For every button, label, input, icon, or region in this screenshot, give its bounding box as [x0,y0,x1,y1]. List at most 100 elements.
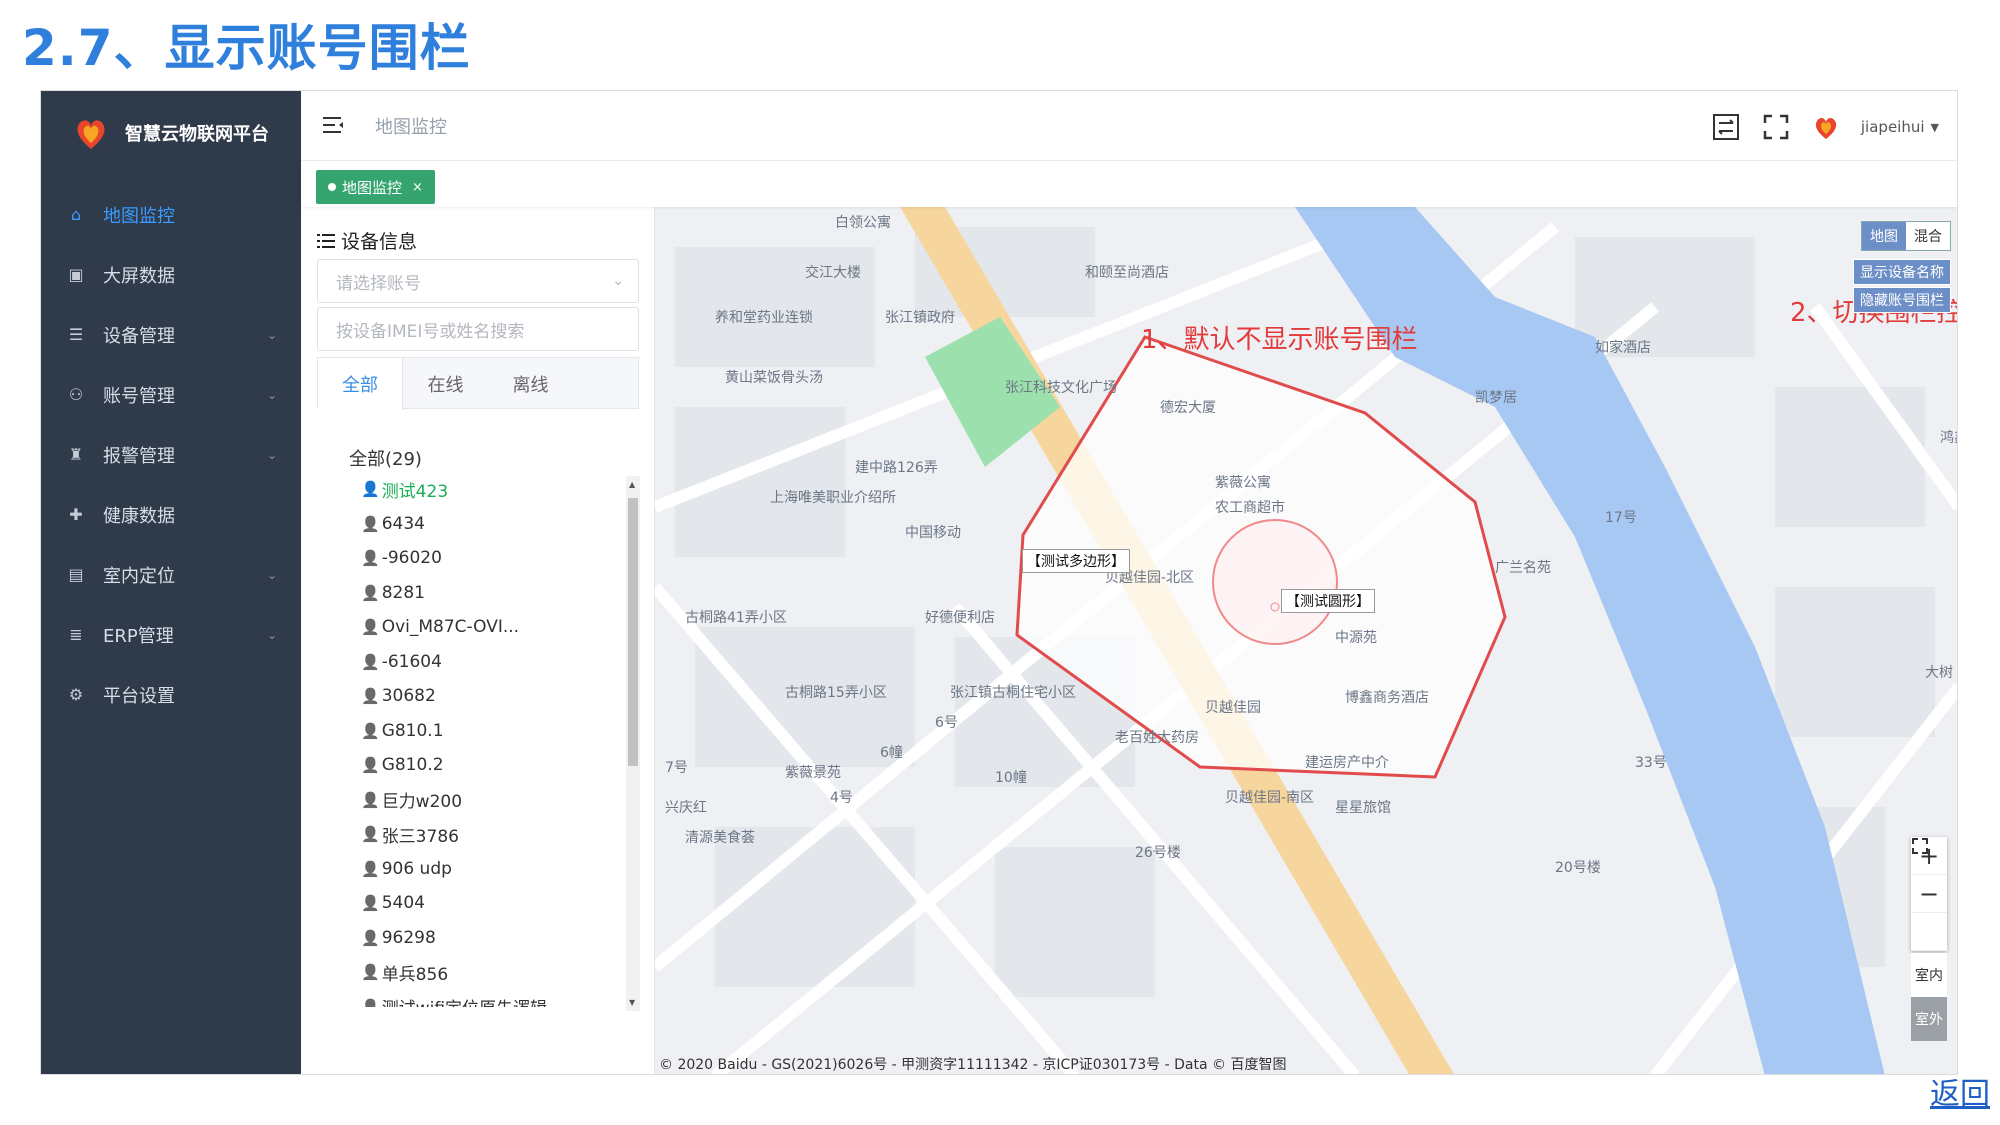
device-name: 96298 [381,927,436,948]
map-poi-label: 清源美食荟 [685,830,755,846]
tag-map-monitor[interactable]: 地图监控 × [316,170,435,204]
zoom-out-button[interactable]: − [1911,875,1947,913]
indoor-button[interactable]: 室内 [1911,953,1947,997]
fullscreen-icon[interactable] [1761,112,1791,142]
map-poi-label: 10幢 [995,770,1027,786]
sidebar-item-label: 账号管理 [103,385,175,407]
tag-close-icon[interactable]: × [412,180,423,195]
map-view[interactable]: 白领公寓 交江大楼 和颐至尚酒店 养和堂药业连锁 张江镇政府 黄山菜饭骨头汤 张江科技文化广… [655,207,1957,1074]
user-name[interactable]: jiapeihui [1861,118,1925,136]
sidebar-item-label: 设备管理 [103,325,175,347]
chevron-down-icon: ⌄ [612,273,624,289]
show-device-name-button[interactable]: 显示设备名称 [1853,259,1951,285]
map-type-map[interactable]: 地图 [1862,222,1906,250]
device-tree-item[interactable]: 👤 Ovi_M87C-OVI... [361,610,611,645]
person-icon: 👤 [361,652,380,671]
tab-offline[interactable]: 离线 [488,358,573,410]
app-name: 智慧云物联网平台 [125,124,269,145]
app-logo[interactable]: 智慧云物联网平台 [71,103,269,163]
image-icon: ▣ [68,265,84,284]
person-icon: 👤 [361,549,380,568]
fullscreen-map-button[interactable] [1911,838,1947,951]
map-poi-label: 农工商超市 [1215,500,1285,516]
device-tree-item[interactable]: 👤 8281 [361,576,611,611]
switch-layout-icon[interactable] [1711,112,1741,142]
map-poi-label: 紫薇公寓 [1215,475,1271,491]
device-name: -96020 [381,548,442,569]
outdoor-button[interactable]: 室外 [1911,997,1947,1041]
user-avatar[interactable] [1811,112,1841,142]
map-poi-label: 建中路126弄 [855,460,938,476]
map-type-switch: 地图 混合 [1861,221,1951,251]
device-tree-item[interactable]: 👤 测试423 [361,472,611,507]
device-tree-item[interactable]: 👤 单兵856 [361,955,611,990]
device-tree-item[interactable]: 👤 张三3786 [361,817,611,852]
map-poi-label: 交江大楼 [805,265,861,281]
tags-bar: 地图监控 × [301,161,1957,207]
tab-online[interactable]: 在线 [403,358,488,410]
person-icon: 👤 [361,514,380,533]
map-poi-label: 如家酒店 [1595,340,1651,356]
back-link[interactable]: 返回 [1930,1069,1990,1113]
device-tree-item[interactable]: 👤 -96020 [361,541,611,576]
device-name: 巨力w200 [381,792,463,813]
device-name: 测试wifi定位原先逻辑 [382,994,547,1007]
person-icon: 👤 [361,756,380,775]
sidebar: 智慧云物联网平台 ⌂ 地图监控 ▣ 大屏数据 ☰ 设备管理 ⌄ ⚇ 账号管理 ⌄ ♜ 报警管理 ⌄ ✚ 健康… [41,91,301,1074]
fence-polygon-label: 【测试多边形】 [1022,549,1130,573]
hamburger-icon[interactable] [321,113,345,137]
scroll-down-icon[interactable]: ▼ [629,998,635,1007]
device-tree-item[interactable]: 👤 5404 [361,886,611,921]
tree-scrollbar[interactable]: ▲ ▼ [626,476,640,1011]
breadcrumb[interactable]: 地图监控 [375,113,447,139]
map-poi-label: 养和堂药业连锁 [715,310,813,326]
device-tree-item[interactable]: 👤 G810.2 [361,748,611,783]
tree-root[interactable]: 全部(29) [349,445,422,471]
sidebar-item-label: ERP管理 [103,625,174,647]
panel-title-text: 设备信息 [341,231,418,253]
map-poi-label: 白领公寓 [835,215,891,231]
device-search-input[interactable]: 按设备IMEI号或姓名搜索 [317,307,639,351]
map-poi-label: 6幢 [880,745,903,761]
scroll-thumb[interactable] [628,498,638,766]
list-icon: ≣ [69,625,83,644]
person-icon: 👤 [361,721,380,740]
indoor-map-icon: ▤ [68,565,84,584]
device-tree-item[interactable]: 👤 6434 [361,507,611,542]
map-poi-label: 中源苑 [1335,630,1377,646]
person-icon: 👤 [361,687,380,706]
account-select[interactable]: 请选择账号 ⌄ [317,259,639,303]
sidebar-item-8[interactable]: ⚙ 平台设置 [41,656,301,733]
hide-fence-button[interactable]: 隐藏账号围栏 [1853,287,1951,313]
device-name: 906 udp [381,858,452,879]
map-poi-label: 20号楼 [1555,860,1601,876]
map-poi-label: 老百姓大药房 [1115,730,1199,746]
map-type-hybrid[interactable]: 混合 [1906,222,1950,250]
person-icon: 👤 [361,894,380,913]
map-poi-label: 紫薇景苑 [785,765,841,781]
person-icon: 👤 [361,618,380,637]
annotation-default-hidden: 1、默认不显示账号围栏 [1141,325,1418,355]
user-dropdown-icon[interactable]: ▼ [1931,121,1939,134]
device-tree-item[interactable]: 👤测试wifi定位原先逻辑 [361,990,611,1007]
map-poi-label: 和颐至尚酒店 [1085,265,1169,281]
device-tree-item[interactable]: 👤 906 udp [361,852,611,887]
panel-title: 设备信息 [317,227,417,254]
map-poi-label: 古桐路15弄小区 [785,685,887,701]
device-name: 6434 [381,513,425,534]
map-poi-label: 德宏大厦 [1160,400,1216,416]
chevron-down-icon: ⌄ [266,627,277,642]
device-tree-item[interactable]: 👤 巨力w200 [361,783,611,818]
medkit-icon: ✚ [69,505,83,524]
map-poi-label: 好德便利店 [925,610,995,626]
chevron-down-icon: ⌄ [266,327,277,342]
device-tree-item[interactable]: 👤 96298 [361,921,611,956]
device-name: 8281 [381,582,425,603]
scroll-up-icon[interactable]: ▲ [629,480,635,489]
chevron-down-icon: ⌄ [266,387,277,402]
device-tree-item[interactable]: 👤 -61604 [361,645,611,680]
device-tree-item[interactable]: 👤 30682 [361,679,611,714]
top-header: 地图监控 jiapeihui ▼ [301,91,1957,161]
tab-all[interactable]: 全部 [318,358,403,410]
device-tree-item[interactable]: 👤 G810.1 [361,714,611,749]
